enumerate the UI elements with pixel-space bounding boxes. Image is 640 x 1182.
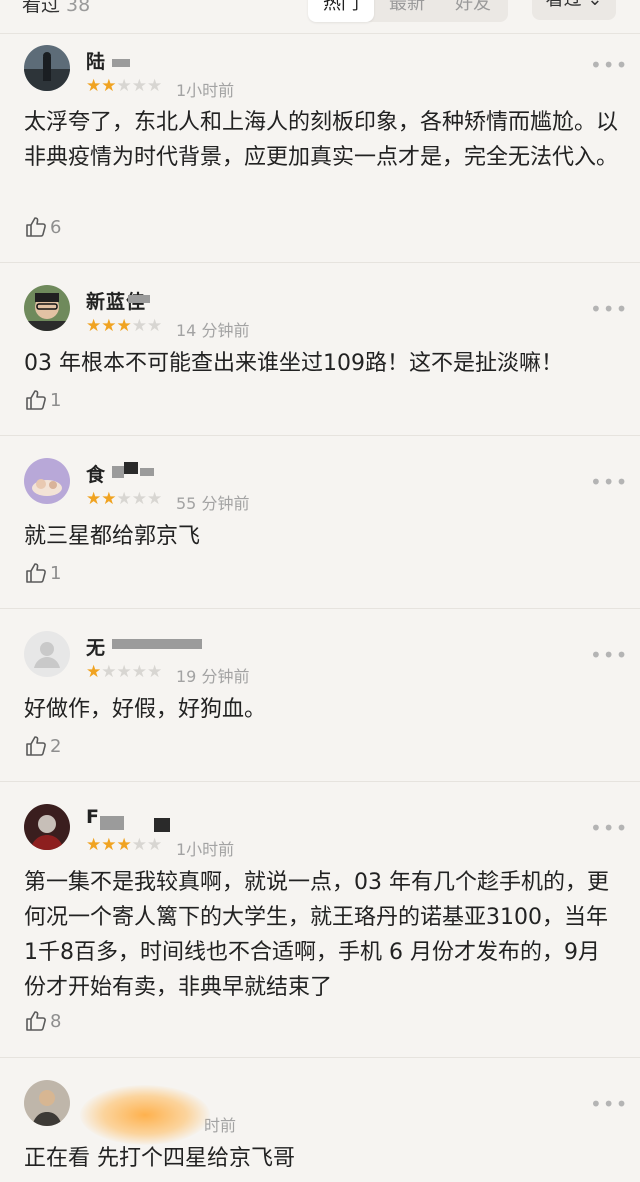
user-avatar[interactable] <box>24 458 70 504</box>
comment-text: 就三星都给郭京飞 <box>24 524 201 549</box>
comment-text: 03 年根本不可能查出来谁坐过109路！这不是扯淡嘛！ <box>24 351 563 376</box>
like-count: 1 <box>50 562 62 584</box>
like-count: 6 <box>50 216 62 238</box>
like-count: 1 <box>50 389 62 411</box>
comment-time: 1小时前 <box>176 81 235 100</box>
comment-text: 第一集不是我较真啊，就说一点，03 年有几个趁手机的，更何况一个寄人篱下的大学生… <box>24 870 609 1000</box>
censor-block <box>100 816 124 830</box>
comment-card: 无 ★★★★★ 19 分钟前 ••• 好做作，好假，好狗血。 2 <box>0 609 640 782</box>
filter-dropdown[interactable]: 看过 ⌄ <box>532 0 616 20</box>
rating-stars: ★★★★★ <box>86 662 163 682</box>
like-button[interactable]: 1 <box>24 561 61 585</box>
tab-hot[interactable]: 热门 <box>308 0 374 22</box>
more-dots-icon[interactable]: ••• <box>590 816 628 840</box>
censor-block <box>112 59 130 67</box>
reviews-header: 看过 38 热门 最新 好友 看过 ⌄ <box>0 0 640 34</box>
like-count: 8 <box>50 1010 62 1032</box>
comment-text: 太浮夸了，东北人和上海人的刻板印象，各种矫情而尴尬。以非典疫情为时代背景，应更加… <box>24 110 619 170</box>
user-avatar[interactable] <box>24 45 70 91</box>
comment-time: 14 分钟前 <box>176 321 250 340</box>
tab-friends[interactable]: 好友 <box>440 0 506 22</box>
more-dots-icon[interactable]: ••• <box>590 1092 628 1116</box>
like-button[interactable]: 2 <box>24 734 61 758</box>
user-name[interactable]: F <box>86 806 100 828</box>
rating-stars: ★★★★★ <box>86 835 163 855</box>
comment-card: 陆 ★★★★★ 1小时前 ••• 太浮夸了，东北人和上海人的刻板印象，各种矫情而… <box>0 35 640 263</box>
censor-block <box>124 462 138 474</box>
user-avatar[interactable] <box>24 631 70 677</box>
watched-label: 看过 <box>22 0 61 16</box>
sort-tabs: 热门 最新 好友 <box>308 0 508 22</box>
censor-block <box>112 639 202 649</box>
thumbs-up-icon <box>26 563 46 583</box>
rating-stars: ★★★★★ <box>86 316 163 336</box>
user-name[interactable]: 无 <box>86 633 106 660</box>
more-dots-icon[interactable]: ••• <box>590 297 628 321</box>
comment-time: 55 分钟前 <box>176 494 250 513</box>
more-dots-icon[interactable]: ••• <box>590 53 628 77</box>
censor-block <box>154 818 170 832</box>
more-dots-icon[interactable]: ••• <box>590 470 628 494</box>
censor-block <box>140 468 154 476</box>
rating-stars: ★★★★★ <box>86 76 163 96</box>
rating-stars: ★★★★★ <box>86 489 163 509</box>
comment-time: 1小时前 <box>176 840 235 859</box>
user-name[interactable]: 陆 <box>86 47 106 74</box>
tab-latest[interactable]: 最新 <box>374 0 440 22</box>
user-name[interactable]: 食 <box>86 460 106 487</box>
more-dots-icon[interactable]: ••• <box>590 643 628 667</box>
blur-smudge <box>80 1085 210 1145</box>
comment-card: 新蓝佳 ★★★★★ 14 分钟前 ••• 03 年根本不可能查出来谁坐过109路… <box>0 263 640 436</box>
censor-block <box>128 295 150 303</box>
like-count: 2 <box>50 735 62 757</box>
comment-time: 19 分钟前 <box>176 667 250 686</box>
thumbs-up-icon <box>26 217 46 237</box>
censor-block <box>112 466 124 478</box>
user-avatar[interactable] <box>24 804 70 850</box>
thumbs-up-icon <box>26 1011 46 1031</box>
watched-number: 38 <box>66 0 91 16</box>
thumbs-up-icon <box>26 390 46 410</box>
like-button[interactable]: 6 <box>24 215 61 239</box>
user-avatar[interactable] <box>24 285 70 331</box>
like-button[interactable]: 1 <box>24 388 61 412</box>
comment-card: F ★★★★★ 1小时前 ••• 第一集不是我较真啊，就说一点，03 年有几个趁… <box>0 782 640 1058</box>
user-avatar[interactable] <box>24 1080 70 1126</box>
comment-card: 食 ★★★★★ 55 分钟前 ••• 就三星都给郭京飞 1 <box>0 436 640 609</box>
like-button[interactable]: 8 <box>24 1009 61 1033</box>
comment-text: 正在看 先打个四星给京飞哥 <box>24 1146 295 1171</box>
thumbs-up-icon <box>26 736 46 756</box>
comment-text: 好做作，好假，好狗血。 <box>24 697 267 722</box>
watched-count: 看过 38 <box>22 0 90 17</box>
